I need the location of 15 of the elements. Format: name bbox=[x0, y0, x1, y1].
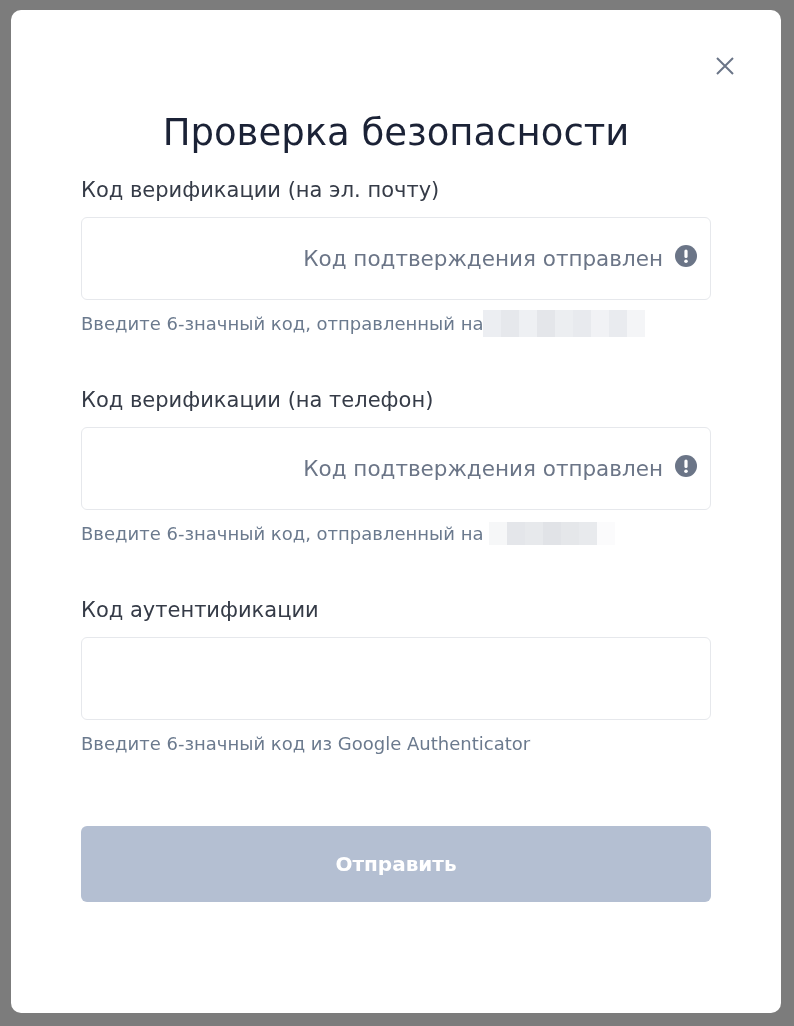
input-field[interactable]: Код подтверждения отправлен bbox=[81, 217, 711, 300]
field-label: Код аутентификации bbox=[81, 597, 319, 624]
close-icon[interactable] bbox=[716, 57, 734, 75]
input-field[interactable] bbox=[81, 637, 711, 720]
exclamation-icon bbox=[675, 245, 697, 267]
input-field[interactable]: Код подтверждения отправлен bbox=[81, 427, 711, 510]
hint-text: Введите 6-значный код, отправленный на bbox=[81, 522, 484, 544]
hint-text: Введите 6-значный код, отправленный на bbox=[81, 312, 484, 334]
hint-text: Введите 6-значный код из Google Authenticator bbox=[81, 732, 531, 754]
status-text: Код подтверждения отправлен bbox=[303, 246, 663, 271]
field-label: Код верификации (на телефон) bbox=[81, 387, 434, 414]
field-label: Код верификации (на эл. почту) bbox=[81, 177, 440, 204]
exclamation-icon bbox=[675, 455, 697, 477]
status-text: Код подтверждения отправлен bbox=[303, 456, 663, 481]
dialog-title: Проверка безопасности bbox=[161, 110, 631, 156]
